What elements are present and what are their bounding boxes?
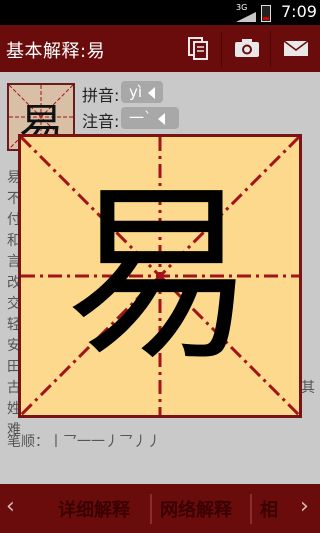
definition-right-column: 其 — [301, 168, 315, 441]
definition-line-char: 其 — [301, 380, 315, 396]
stroke-order: 笔顺：丨乛一一丿乛丿丿 — [7, 434, 161, 450]
pinyin-value: yì — [129, 83, 143, 101]
tab-detailed[interactable]: 详细解释 — [58, 496, 130, 522]
character-popup[interactable]: 易 — [18, 134, 302, 418]
status-bar: 3G 7:09 — [0, 0, 320, 25]
definition-line-char — [301, 315, 313, 336]
zhuyin-chip[interactable]: 一ˋ — [121, 107, 179, 129]
definition-line-char — [301, 210, 313, 231]
large-character: 易 — [64, 165, 255, 386]
definition-line-char — [301, 231, 313, 252]
definition-line-char — [301, 168, 313, 189]
title-bar: 基本解释:易 — [0, 25, 320, 72]
tab-divider — [250, 494, 252, 524]
definition-line-char — [301, 336, 313, 357]
definition-line-char — [301, 294, 313, 315]
pinyin-chip[interactable]: yì — [121, 81, 164, 103]
tab-web[interactable]: 网络解释 — [160, 496, 232, 522]
bottom-tab-bar: ‹ 详细解释 网络解释 相 › — [0, 484, 320, 533]
speaker-icon — [157, 112, 165, 125]
definition-line-char — [301, 399, 313, 420]
tab-related[interactable]: 相 — [260, 496, 278, 522]
speaker-icon — [148, 86, 156, 99]
definition-line-char — [301, 189, 313, 210]
definition-line-char — [301, 420, 313, 441]
copy-icon[interactable] — [186, 36, 210, 60]
battery-icon — [261, 5, 271, 22]
toolbar-divider — [221, 31, 222, 67]
chevron-left-icon[interactable]: ‹ — [6, 494, 15, 519]
camera-icon[interactable] — [234, 36, 259, 60]
toolbar-divider — [270, 31, 271, 67]
mail-icon[interactable] — [283, 36, 309, 60]
zhuyin-value: 一ˋ — [129, 109, 152, 127]
pinyin-label: 拼音: — [82, 86, 120, 105]
clock: 7:09 — [281, 2, 317, 21]
definition-line-char — [301, 252, 313, 273]
tab-divider — [150, 494, 152, 524]
definition-line-char — [301, 357, 313, 378]
definition-line-char — [301, 273, 313, 294]
zhuyin-label: 注音: — [82, 112, 120, 131]
signal-icon — [236, 12, 256, 22]
network-type: 3G — [236, 3, 248, 12]
chevron-right-icon[interactable]: › — [300, 494, 309, 519]
page-title: 基本解释:易 — [6, 41, 106, 62]
